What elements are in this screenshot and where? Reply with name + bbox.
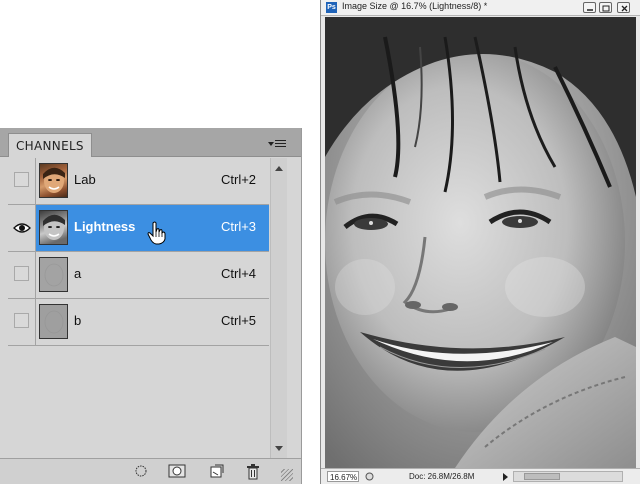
channel-row-lab[interactable]: Lab Ctrl+2 (8, 158, 269, 205)
channel-shortcut: Ctrl+5 (221, 313, 257, 328)
channel-shortcut: Ctrl+4 (221, 266, 257, 281)
resize-grip[interactable] (281, 469, 293, 481)
channel-row-lightness[interactable]: Lightness Ctrl+3 (8, 205, 269, 252)
scroll-up-icon[interactable] (275, 166, 283, 171)
channel-row-b[interactable]: b Ctrl+5 (8, 299, 269, 346)
channel-name: Lightness (74, 219, 136, 234)
channels-panel: CHANNELS Lab Ctrl+2 Lightness Ctrl+3 a C… (0, 128, 302, 484)
panel-menu-icon[interactable] (268, 138, 288, 151)
channel-name: b (74, 313, 82, 328)
channel-thumbnail-a (39, 257, 68, 292)
channel-thumbnail-b (39, 304, 68, 339)
image-canvas[interactable] (325, 17, 636, 468)
channel-name: a (74, 266, 82, 281)
panel-bottom-bar (0, 458, 301, 484)
minimize-icon[interactable] (583, 2, 596, 13)
channel-thumbnail-lightness (39, 210, 68, 245)
channel-name: Lab (74, 172, 96, 187)
photoshop-app-icon: Ps (326, 2, 337, 13)
status-expand-icon[interactable] (503, 473, 508, 481)
channel-row-a[interactable]: a Ctrl+4 (8, 252, 269, 299)
zoom-level-field[interactable]: 16.67% (327, 471, 359, 482)
close-icon[interactable] (617, 2, 630, 13)
visibility-toggle[interactable] (8, 158, 36, 204)
tab-channels[interactable]: CHANNELS (8, 133, 92, 157)
document-title: Image Size @ 16.7% (Lightness/8) * (342, 1, 488, 11)
visibility-toggle[interactable] (8, 252, 36, 298)
new-channel-icon[interactable] (210, 464, 224, 478)
document-status-bar: 16.67% Doc: 26.8M/26.8M (321, 468, 640, 484)
visibility-toggle[interactable] (8, 205, 36, 251)
document-size-info: Doc: 26.8M/26.8M (409, 472, 475, 481)
restore-icon[interactable] (599, 2, 612, 13)
document-window: Ps Image Size @ 16.7% (Lightness/8) * 16… (320, 0, 640, 484)
channel-list: Lab Ctrl+2 Lightness Ctrl+3 a Ctrl+4 b C… (8, 158, 269, 458)
visibility-toggle[interactable] (8, 299, 36, 345)
eye-icon (13, 223, 31, 233)
status-menu-icon[interactable] (365, 472, 374, 481)
hand-cursor-icon (147, 221, 166, 245)
document-titlebar[interactable]: Ps Image Size @ 16.7% (Lightness/8) * (321, 0, 640, 16)
scroll-down-icon[interactable] (275, 446, 283, 451)
vertical-scrollbar[interactable] (270, 158, 287, 458)
horizontal-scrollbar[interactable] (513, 471, 623, 482)
channel-thumbnail-lab (39, 163, 68, 198)
trash-icon[interactable] (246, 464, 260, 480)
load-selection-icon[interactable] (134, 464, 148, 478)
channel-shortcut: Ctrl+3 (221, 219, 257, 234)
panel-tab-strip: CHANNELS (0, 128, 301, 157)
grayscale-portrait-photo (325, 17, 636, 468)
scroll-thumb[interactable] (524, 473, 560, 480)
save-selection-icon[interactable] (168, 464, 186, 478)
channel-shortcut: Ctrl+2 (221, 172, 257, 187)
